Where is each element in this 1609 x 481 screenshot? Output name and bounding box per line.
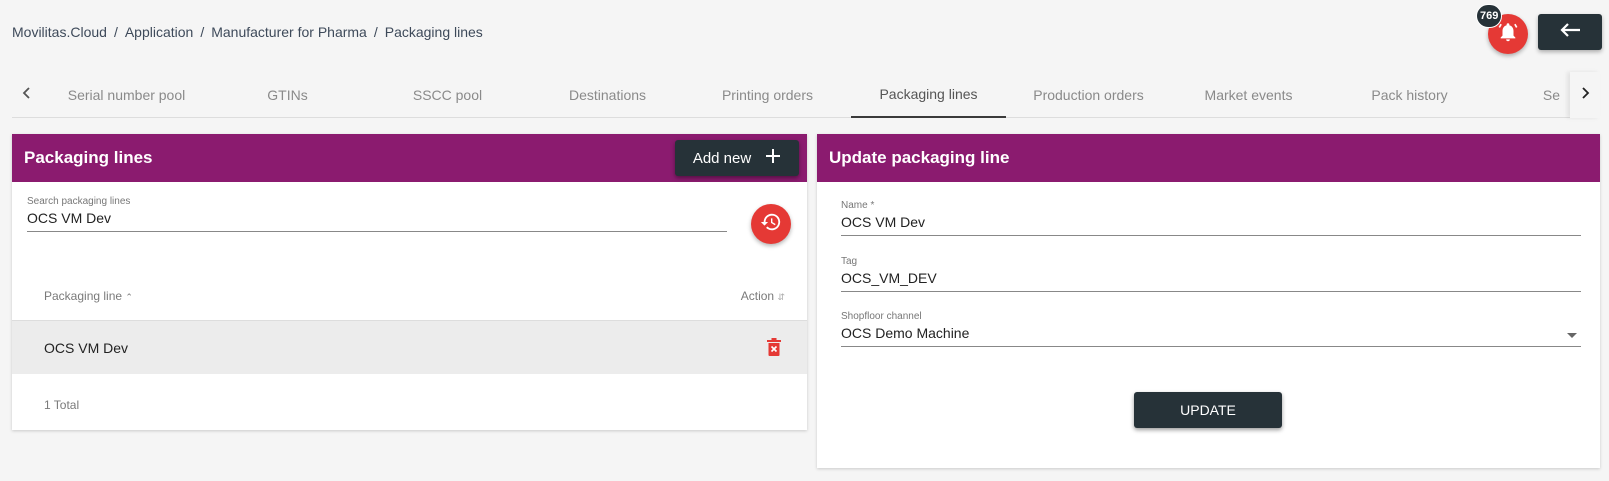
search-input[interactable]: Search packaging lines OCS VM Dev bbox=[27, 196, 727, 232]
tab-bar: Serial number pool GTINs SSCC pool Desti… bbox=[12, 72, 1600, 118]
add-new-label: Add new bbox=[692, 149, 752, 167]
update-button[interactable]: UPDATE bbox=[1134, 392, 1282, 428]
tag-value[interactable]: OCS_VM_DEV bbox=[841, 270, 1581, 292]
tab-production-orders[interactable]: Production orders bbox=[1011, 72, 1166, 118]
tab-packaging-lines[interactable]: Packaging lines bbox=[851, 72, 1006, 118]
arrow-left-icon bbox=[1559, 22, 1581, 43]
delete-icon[interactable] bbox=[767, 338, 781, 359]
tab-market-events[interactable]: Market events bbox=[1171, 72, 1326, 118]
column-header-label: Packaging line bbox=[44, 289, 123, 303]
back-button[interactable] bbox=[1538, 14, 1602, 50]
search-label: Search packaging lines bbox=[27, 196, 131, 207]
tab-partial[interactable]: Se bbox=[1492, 72, 1560, 118]
channel-value[interactable]: OCS Demo Machine bbox=[841, 325, 1581, 347]
notification-count-badge: 769 bbox=[1476, 4, 1503, 28]
row-name: OCS VM Dev bbox=[44, 339, 129, 356]
tab-serial-number-pool[interactable]: Serial number pool bbox=[49, 72, 204, 118]
breadcrumb: Movilitas.Cloud / Application / Manufact… bbox=[12, 24, 483, 40]
tab-destinations[interactable]: Destinations bbox=[530, 72, 685, 118]
breadcrumb-separator: / bbox=[113, 24, 118, 40]
tag-label: Tag bbox=[841, 256, 858, 267]
panel-title: Update packaging line bbox=[829, 148, 1010, 167]
name-value[interactable]: OCS VM Dev bbox=[841, 214, 1581, 236]
panel-header: Update packaging line bbox=[817, 134, 1600, 182]
tab-scroll-right-button[interactable] bbox=[1570, 72, 1600, 118]
chevron-right-icon bbox=[1580, 86, 1590, 105]
search-value[interactable]: OCS VM Dev bbox=[27, 210, 727, 232]
sort-ascending-icon: ⌃ bbox=[125, 292, 133, 302]
name-label: Name * bbox=[841, 200, 875, 211]
shopfloor-channel-select[interactable]: Shopfloor channel OCS Demo Machine bbox=[841, 311, 1581, 347]
bell-alert-icon bbox=[1497, 21, 1519, 48]
update-packaging-line-panel: Update packaging line Name * OCS VM Dev … bbox=[817, 134, 1600, 468]
breadcrumb-item[interactable]: Movilitas.Cloud bbox=[12, 24, 107, 40]
plus-icon bbox=[765, 148, 781, 168]
table-row[interactable]: OCS VM Dev bbox=[12, 320, 807, 374]
total-count: 1 Total bbox=[44, 398, 80, 412]
tab-pack-history[interactable]: Pack history bbox=[1332, 72, 1487, 118]
add-new-button[interactable]: Add new bbox=[675, 140, 799, 176]
panel-title: Packaging lines bbox=[24, 148, 153, 167]
channel-label: Shopfloor channel bbox=[841, 311, 922, 322]
breadcrumb-separator: / bbox=[200, 24, 205, 40]
tab-sscc-pool[interactable]: SSCC pool bbox=[370, 72, 525, 118]
sort-icon: ⇵ bbox=[777, 292, 785, 302]
chevron-left-icon bbox=[22, 86, 32, 105]
name-field[interactable]: Name * OCS VM Dev bbox=[841, 200, 1581, 236]
breadcrumb-item[interactable]: Manufacturer for Pharma bbox=[211, 24, 367, 40]
tab-scroll-left-button[interactable] bbox=[12, 72, 42, 118]
reset-search-button[interactable] bbox=[751, 204, 791, 244]
column-header-action[interactable]: Action ⇵ bbox=[741, 289, 785, 303]
tab-printing-orders[interactable]: Printing orders bbox=[690, 72, 845, 118]
packaging-lines-panel: Packaging lines Add new Search packaging… bbox=[12, 134, 807, 430]
panel-header: Packaging lines Add new bbox=[12, 134, 807, 182]
tab-gtins[interactable]: GTINs bbox=[210, 72, 365, 118]
breadcrumb-item[interactable]: Application bbox=[125, 24, 194, 40]
column-header-packaging-line[interactable]: Packaging line ⌃ bbox=[44, 289, 133, 303]
dropdown-arrow-icon[interactable] bbox=[1567, 333, 1577, 338]
tag-field[interactable]: Tag OCS_VM_DEV bbox=[841, 256, 1581, 292]
breadcrumb-item-current: Packaging lines bbox=[384, 24, 483, 40]
history-icon bbox=[760, 211, 782, 238]
column-header-label: Action bbox=[740, 289, 775, 303]
breadcrumb-separator: / bbox=[373, 24, 378, 40]
